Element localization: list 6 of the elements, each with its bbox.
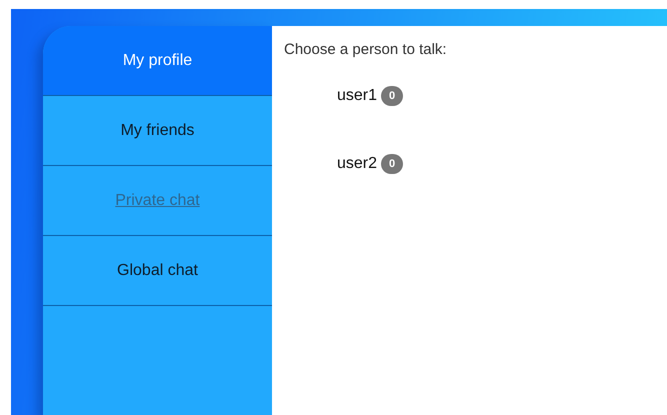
user-link[interactable]: user2: [337, 155, 378, 173]
unread-badge: 0: [381, 86, 404, 106]
unread-badge: 0: [381, 154, 404, 174]
prompt-text: Choose a person to talk:: [284, 41, 448, 58]
user-link[interactable]: user1: [337, 87, 378, 105]
nav-item[interactable]: My profile: [43, 26, 272, 96]
